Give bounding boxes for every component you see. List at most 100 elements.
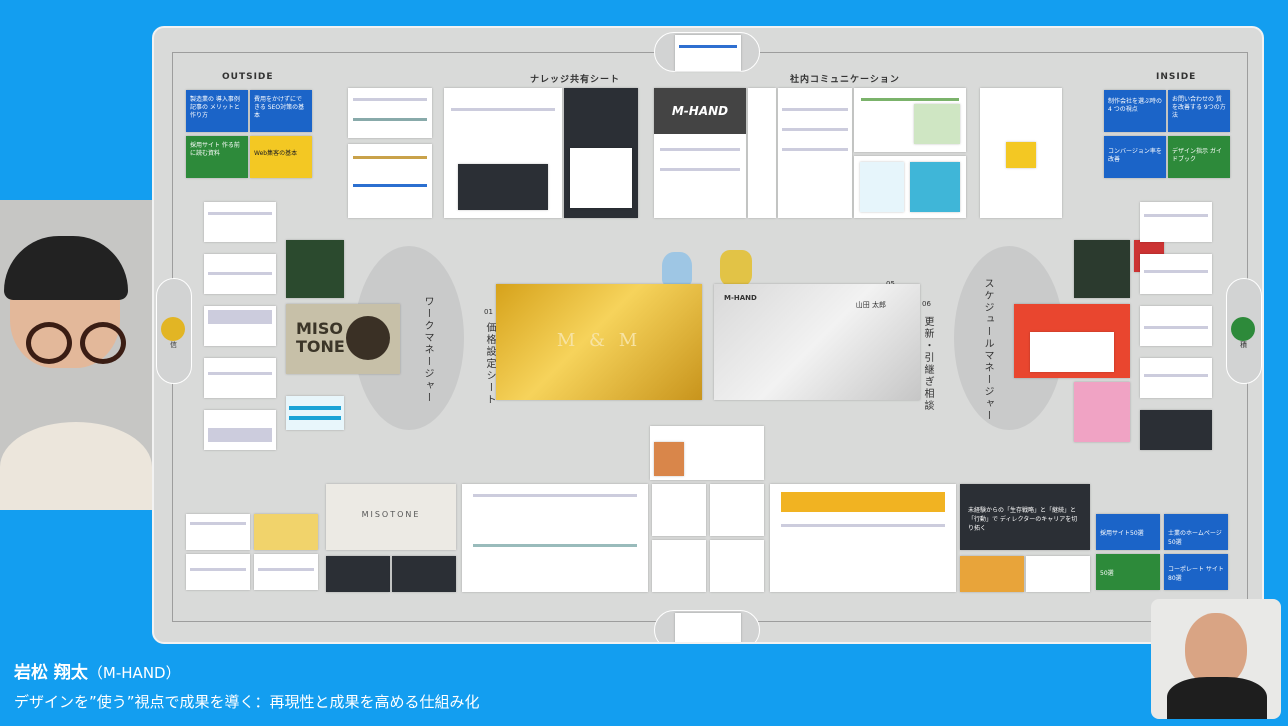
bottom-grid-3[interactable] — [652, 540, 706, 592]
knowledge-thumb-2[interactable] — [348, 144, 432, 218]
glasses-right — [80, 322, 126, 364]
left-stack-2[interactable] — [204, 254, 276, 294]
bottom-photo-2[interactable] — [392, 556, 456, 592]
silver-card-title: M-HAND — [724, 294, 757, 302]
outside-thumb-3[interactable]: 採用サイト 作る前に読む資料 — [186, 136, 248, 178]
mhand-side-thumb[interactable] — [748, 88, 776, 218]
label-pricing-sheet: 価格設定シート — [484, 322, 495, 406]
bottom-left-3[interactable] — [186, 554, 250, 590]
internal-thumb-3-wave — [860, 162, 904, 212]
speaker-sweater — [0, 422, 152, 510]
inside-thumb-7[interactable]: 50選 — [1096, 554, 1160, 590]
inside-thumb-7-text: 50選 — [1100, 570, 1114, 577]
bottom-site-thumb[interactable] — [462, 484, 648, 592]
knowledge-thumb-3[interactable] — [444, 88, 562, 218]
outside-thumb-1[interactable]: 製造業の 導入事例記事の メリットと作り方 — [186, 90, 248, 132]
speaker-video — [0, 200, 152, 510]
second-speaker-video — [1151, 599, 1281, 719]
right-illust-thumb[interactable] — [1074, 382, 1130, 442]
right-stack-1[interactable] — [1140, 202, 1212, 242]
inside-thumb-1[interactable]: 制作会社を選ぶ時の 4 つの視点 — [1104, 90, 1166, 132]
whiteboard-canvas[interactable]: 信 積 OUTSIDE ナレッジ共有シート 社内コミュニケーション INSIDE… — [152, 26, 1264, 644]
mhand-thumb[interactable]: M-HAND — [654, 88, 746, 218]
bottom-left-4[interactable] — [254, 554, 318, 590]
inside-thumb-3[interactable]: コンバージョン率を 改善 — [1104, 136, 1166, 178]
second-speaker-shirt — [1167, 677, 1267, 719]
bottom-food-thumb[interactable] — [650, 426, 764, 480]
label-schedule-manager: スケジュールマネージャー — [982, 278, 993, 422]
section-outside: OUTSIDE — [222, 72, 274, 82]
bottom-left-1[interactable] — [186, 514, 250, 550]
inside-thumb-2-text: お問い合わせの 質を改善する 9つの方法 — [1172, 96, 1226, 119]
right-dot-label: 積 — [1240, 341, 1247, 349]
knowledge-thumb-1[interactable] — [348, 88, 432, 138]
inside-thumb-2[interactable]: お問い合わせの 質を改善する 9つの方法 — [1168, 90, 1230, 132]
bottom-food-img — [654, 442, 684, 476]
bottom-photo-1[interactable] — [326, 556, 390, 592]
outside-thumb-1-text: 製造業の 導入事例記事の メリットと作り方 — [190, 96, 240, 119]
left-stack-4[interactable] — [204, 358, 276, 398]
career-text: 未経験からの「生存戦略」と「継続」と「行動」で ディレクターのキャリアを切り拓く — [968, 507, 1078, 532]
gold-card-logo: M & M — [556, 330, 642, 351]
outside-thumb-2[interactable]: 費用をかけずにできる SEO対策の基本 — [250, 90, 312, 132]
internal-thumb-3-swatches — [910, 162, 960, 212]
knowledge-thumb-4[interactable] — [564, 88, 638, 218]
gold-card[interactable]: M & M — [496, 284, 702, 400]
speaker-affiliation: （M-HAND） — [87, 664, 181, 682]
outside-thumb-2-text: 費用をかけずにできる SEO対策の基本 — [254, 96, 305, 119]
character-blue-mascot — [662, 252, 692, 286]
internal-thumb-4[interactable] — [980, 88, 1062, 218]
top-tab-thumb — [675, 35, 741, 71]
section-internal: 社内コミュニケーション — [790, 75, 900, 85]
inside-thumb-3-text: コンバージョン率を 改善 — [1108, 148, 1162, 163]
bottom-left-2[interactable] — [254, 514, 318, 550]
right-poster[interactable] — [1074, 240, 1130, 298]
bottom-right-small-2[interactable] — [1026, 556, 1090, 592]
speaker-name: 岩松 翔太（M-HAND） — [14, 658, 181, 683]
label-n01: 01 — [484, 308, 493, 316]
left-wave-thumb[interactable] — [286, 396, 344, 430]
internal-thumb-2[interactable] — [854, 88, 966, 152]
right-dot — [1231, 317, 1255, 341]
left-stack-3[interactable] — [204, 306, 276, 346]
misotone-label: MISOTONE — [361, 510, 421, 519]
bottom-grid-2[interactable] — [710, 484, 764, 536]
left-stack-5[interactable] — [204, 410, 276, 450]
right-stack-5[interactable] — [1140, 410, 1212, 450]
right-stack-2[interactable] — [1140, 254, 1212, 294]
talk-title: デザインを”使う”視点で成果を導く：再現性と成果を高める仕組み化 — [14, 693, 480, 711]
inside-thumb-6[interactable]: 士業のホームページ 50選 — [1164, 514, 1228, 550]
silver-card[interactable]: M-HAND 山田 太郎 — [714, 284, 920, 400]
bottom-right-small-1[interactable] — [960, 556, 1024, 592]
inside-thumb-8[interactable]: コーポレート サイト80選 — [1164, 554, 1228, 590]
speaker-hair — [4, 236, 128, 300]
right-stack-3[interactable] — [1140, 306, 1212, 346]
knowledge-thumb-3-dark — [458, 164, 548, 210]
label-update-handover: 更新・引継ぎ相談 — [922, 316, 933, 412]
miso-circle — [346, 316, 390, 360]
left-dot-label: 信 — [170, 341, 177, 349]
right-colorful-thumb[interactable] — [1014, 304, 1130, 378]
internal-thumb-1[interactable] — [778, 88, 852, 218]
inside-thumb-4-text: デザイン指示 ガイドブック — [1172, 148, 1222, 163]
outside-thumb-3-text: 採用サイト 作る前に読む資料 — [190, 142, 240, 157]
inside-thumb-4[interactable]: デザイン指示 ガイドブック — [1168, 136, 1230, 178]
inside-thumb-6-text: 士業のホームページ 50選 — [1168, 530, 1222, 546]
bottom-grid-4[interactable] — [710, 540, 764, 592]
internal-thumb-4-accent — [1006, 142, 1036, 168]
silver-card-name: 山田 太郎 — [855, 301, 886, 309]
internal-thumb-3[interactable] — [854, 156, 966, 218]
right-stack-4[interactable] — [1140, 358, 1212, 398]
bottom-colorful-site[interactable] — [770, 484, 956, 592]
outside-thumb-4[interactable]: Web集客の基本 — [250, 136, 312, 178]
left-stack-1[interactable] — [204, 202, 276, 242]
left-dot — [161, 317, 185, 341]
career-thumb[interactable]: 未経験からの「生存戦略」と「継続」と「行動」で ディレクターのキャリアを切り拓く — [960, 484, 1090, 550]
misotone-thumb[interactable]: MISOTONE — [326, 484, 456, 550]
left-poster[interactable] — [286, 240, 344, 298]
top-tab — [654, 32, 760, 72]
glasses-left — [26, 322, 72, 364]
inside-thumb-5[interactable]: 採用サイト50選 — [1096, 514, 1160, 550]
bottom-grid-1[interactable] — [652, 484, 706, 536]
miso-thumb[interactable]: MISO TONE — [286, 304, 400, 374]
